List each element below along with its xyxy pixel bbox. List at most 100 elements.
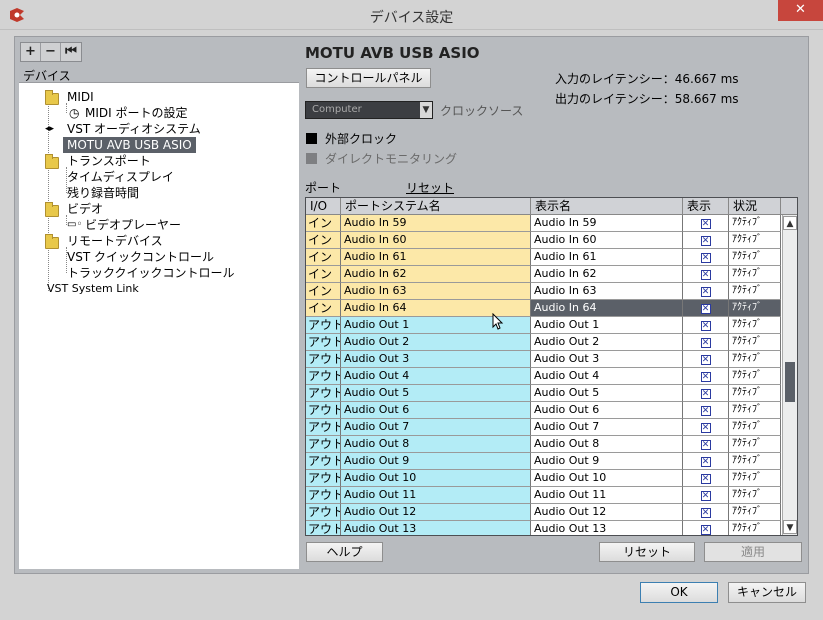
tree-item-video[interactable]: ビデオ <box>67 201 103 217</box>
visible-checkbox[interactable]: ✕ <box>700 491 711 501</box>
cell-display-name[interactable]: Audio Out 4 <box>531 368 683 385</box>
cancel-button[interactable]: キャンセル <box>728 582 806 603</box>
table-row[interactable]: アウト Audio Out 2 Audio Out 2 ✕ ｱｸﾃｨﾌﾞ <box>306 334 781 351</box>
visible-checkbox[interactable]: ✕ <box>700 253 711 263</box>
visible-checkbox[interactable]: ✕ <box>700 355 711 365</box>
cell-visible[interactable]: ✕ <box>683 300 729 317</box>
cell-display-name[interactable]: Audio Out 7 <box>531 419 683 436</box>
table-row[interactable]: イン Audio In 61 Audio In 61 ✕ ｱｸﾃｨﾌﾞ <box>306 249 781 266</box>
close-button[interactable]: ✕ <box>778 0 823 21</box>
table-row[interactable]: アウト Audio Out 12 Audio Out 12 ✕ ｱｸﾃｨﾌﾞ <box>306 504 781 521</box>
cell-display-name[interactable]: Audio Out 13 <box>531 521 683 535</box>
cell-visible[interactable]: ✕ <box>683 368 729 385</box>
help-button[interactable]: ヘルプ <box>306 542 383 562</box>
tree-item-motu-avb[interactable]: MOTU AVB USB ASIO <box>63 137 196 153</box>
table-row[interactable]: アウト Audio Out 8 Audio Out 8 ✕ ｱｸﾃｨﾌﾞ <box>306 436 781 453</box>
ok-button[interactable]: OK <box>640 582 718 603</box>
table-row[interactable]: アウト Audio Out 7 Audio Out 7 ✕ ｱｸﾃｨﾌﾞ <box>306 419 781 436</box>
cell-visible[interactable]: ✕ <box>683 317 729 334</box>
tree-item-video-player[interactable]: ビデオプレーヤー <box>85 217 181 233</box>
cell-display-name[interactable]: Audio Out 9 <box>531 453 683 470</box>
tree-item-remote-devices[interactable]: リモートデバイス <box>67 233 163 249</box>
cell-visible[interactable]: ✕ <box>683 334 729 351</box>
visible-checkbox[interactable]: ✕ <box>700 304 711 314</box>
visible-checkbox[interactable]: ✕ <box>700 321 711 331</box>
column-display-name[interactable]: 表示名 <box>531 198 683 215</box>
visible-checkbox[interactable]: ✕ <box>700 406 711 416</box>
cell-display-name[interactable]: Audio Out 2 <box>531 334 683 351</box>
remove-device-button[interactable]: − <box>41 43 61 61</box>
cell-display-name[interactable]: Audio Out 12 <box>531 504 683 521</box>
tree-item-midi[interactable]: MIDI <box>67 89 94 105</box>
visible-checkbox[interactable]: ✕ <box>700 338 711 348</box>
table-row[interactable]: イン Audio In 64 Audio In 64 ✕ ｱｸﾃｨﾌﾞ <box>306 300 781 317</box>
visible-checkbox[interactable]: ✕ <box>700 440 711 450</box>
cell-visible[interactable]: ✕ <box>683 453 729 470</box>
cell-visible[interactable]: ✕ <box>683 504 729 521</box>
table-row[interactable]: アウト Audio Out 11 Audio Out 11 ✕ ｱｸﾃｨﾌﾞ <box>306 487 781 504</box>
visible-checkbox[interactable]: ✕ <box>700 287 711 297</box>
tree-item-transport[interactable]: トランスポート <box>67 153 151 169</box>
visible-checkbox[interactable]: ✕ <box>700 423 711 433</box>
table-row[interactable]: イン Audio In 63 Audio In 63 ✕ ｱｸﾃｨﾌﾞ <box>306 283 781 300</box>
tree-item-track-quick-controls[interactable]: トラッククイックコントロール <box>67 265 235 281</box>
clock-source-select[interactable]: Computer ▼ <box>305 101 433 119</box>
table-row[interactable]: アウト Audio Out 1 Audio Out 1 ✕ ｱｸﾃｨﾌﾞ <box>306 317 781 334</box>
visible-checkbox[interactable]: ✕ <box>700 389 711 399</box>
cell-visible[interactable]: ✕ <box>683 419 729 436</box>
cell-visible[interactable]: ✕ <box>683 402 729 419</box>
cell-display-name[interactable]: Audio In 63 <box>531 283 683 300</box>
visible-checkbox[interactable]: ✕ <box>700 236 711 246</box>
table-row[interactable]: アウト Audio Out 10 Audio Out 10 ✕ ｱｸﾃｨﾌﾞ <box>306 470 781 487</box>
visible-checkbox[interactable]: ✕ <box>700 508 711 518</box>
column-visible[interactable]: 表示 <box>683 198 729 215</box>
cell-visible[interactable]: ✕ <box>683 215 729 232</box>
cell-display-name[interactable]: Audio Out 6 <box>531 402 683 419</box>
tree-item-vst-quick-controls[interactable]: VST クイックコントロール <box>67 249 214 265</box>
external-clock-checkbox[interactable] <box>306 133 317 144</box>
reset-button[interactable]: リセット <box>599 542 695 562</box>
cell-display-name[interactable]: Audio In 59 <box>531 215 683 232</box>
table-row[interactable]: アウト Audio Out 3 Audio Out 3 ✕ ｱｸﾃｨﾌﾞ <box>306 351 781 368</box>
cell-visible[interactable]: ✕ <box>683 283 729 300</box>
tree-item-midi-port-setup[interactable]: MIDI ポートの設定 <box>85 105 188 121</box>
column-io[interactable]: I/O <box>306 198 341 215</box>
apply-button[interactable]: 適用 <box>704 542 802 562</box>
cell-display-name[interactable]: Audio Out 3 <box>531 351 683 368</box>
cell-visible[interactable]: ✕ <box>683 385 729 402</box>
cell-display-name[interactable]: Audio In 62 <box>531 266 683 283</box>
visible-checkbox[interactable]: ✕ <box>700 457 711 467</box>
column-status[interactable]: 状況 <box>729 198 781 215</box>
scroll-down-icon[interactable]: ▼ <box>783 520 797 534</box>
table-row[interactable]: イン Audio In 62 Audio In 62 ✕ ｱｸﾃｨﾌﾞ <box>306 266 781 283</box>
visible-checkbox[interactable]: ✕ <box>700 525 711 535</box>
table-row[interactable]: アウト Audio Out 6 Audio Out 6 ✕ ｱｸﾃｨﾌﾞ <box>306 402 781 419</box>
cell-display-name[interactable]: Audio Out 1 <box>531 317 683 334</box>
tree-item-time-display[interactable]: タイムディスプレイ <box>67 169 174 185</box>
cell-visible[interactable]: ✕ <box>683 436 729 453</box>
table-scrollbar[interactable]: ▲ ▼ <box>782 215 797 535</box>
cell-display-name[interactable]: Audio In 60 <box>531 232 683 249</box>
table-row[interactable]: イン Audio In 59 Audio In 59 ✕ ｱｸﾃｨﾌﾞ <box>306 215 781 232</box>
cell-display-name[interactable]: Audio Out 11 <box>531 487 683 504</box>
tree-item-record-time[interactable]: 残り録音時間 <box>67 185 139 201</box>
cell-display-name[interactable]: Audio In 64 <box>531 300 683 317</box>
tree-item-vst-audio-system[interactable]: VST オーディオシステム <box>67 121 201 137</box>
visible-checkbox[interactable]: ✕ <box>700 372 711 382</box>
cell-display-name[interactable]: Audio Out 8 <box>531 436 683 453</box>
visible-checkbox[interactable]: ✕ <box>700 270 711 280</box>
cell-visible[interactable]: ✕ <box>683 470 729 487</box>
external-clock-row[interactable]: 外部クロック <box>306 130 397 147</box>
visible-checkbox[interactable]: ✕ <box>700 219 711 229</box>
cell-display-name[interactable]: Audio Out 10 <box>531 470 683 487</box>
cell-visible[interactable]: ✕ <box>683 232 729 249</box>
visible-checkbox[interactable]: ✕ <box>700 474 711 484</box>
table-row[interactable]: アウト Audio Out 4 Audio Out 4 ✕ ｱｸﾃｨﾌﾞ <box>306 368 781 385</box>
cell-visible[interactable]: ✕ <box>683 249 729 266</box>
table-row[interactable]: アウト Audio Out 9 Audio Out 9 ✕ ｱｸﾃｨﾌﾞ <box>306 453 781 470</box>
cell-display-name[interactable]: Audio Out 5 <box>531 385 683 402</box>
scroll-up-icon[interactable]: ▲ <box>783 216 797 230</box>
table-row[interactable]: アウト Audio Out 5 Audio Out 5 ✕ ｱｸﾃｨﾌﾞ <box>306 385 781 402</box>
tree-item-vst-system-link[interactable]: VST System Link <box>47 281 139 297</box>
column-port-system-name[interactable]: ポートシステム名 <box>341 198 531 215</box>
